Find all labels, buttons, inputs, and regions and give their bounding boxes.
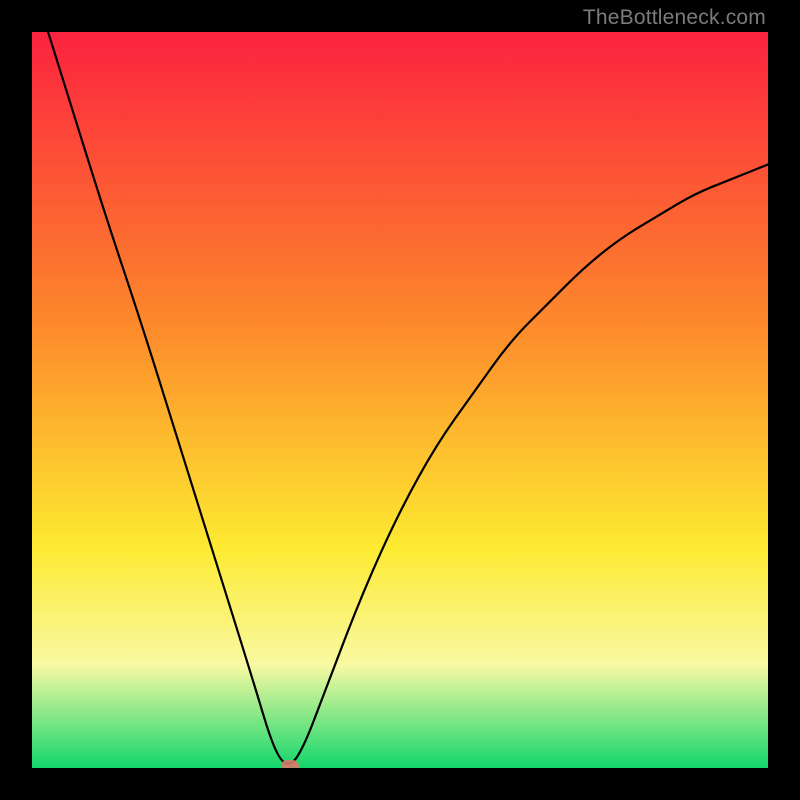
plot-area bbox=[32, 32, 768, 768]
gradient-background bbox=[32, 32, 768, 768]
chart-svg bbox=[32, 32, 768, 768]
chart-frame: TheBottleneck.com bbox=[0, 0, 800, 800]
optimal-point-marker bbox=[281, 760, 299, 768]
attribution-text: TheBottleneck.com bbox=[583, 6, 766, 30]
